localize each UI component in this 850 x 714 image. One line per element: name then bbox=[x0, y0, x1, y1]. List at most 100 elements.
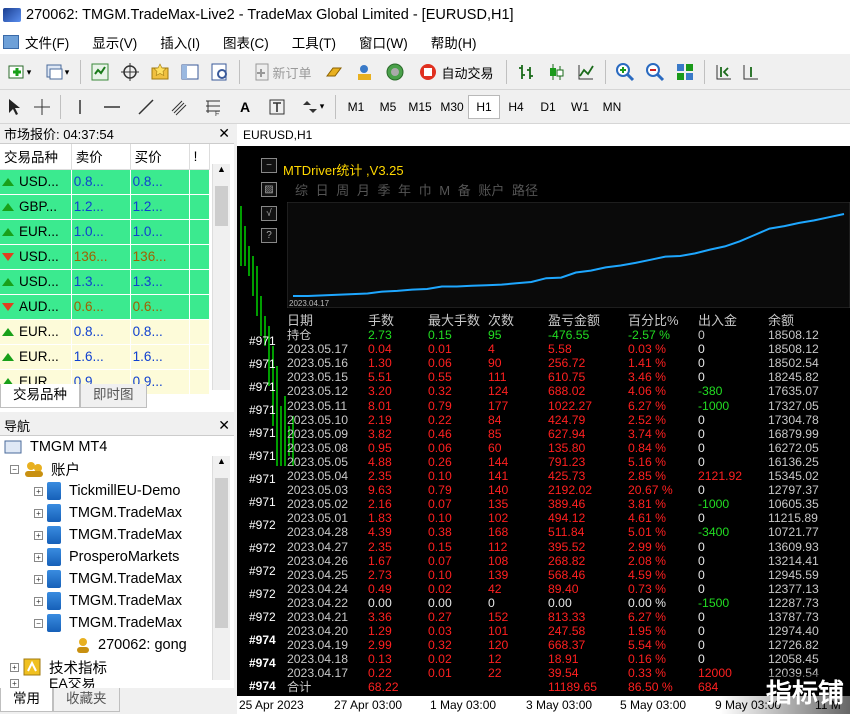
tile-windows-button[interactable] bbox=[671, 59, 699, 85]
screenshot-button[interactable]: ▨ bbox=[261, 182, 277, 197]
tab-favorites[interactable]: 收藏夹 bbox=[53, 688, 120, 712]
menu-tools[interactable]: 工具(T) bbox=[292, 32, 336, 52]
horizontal-line-button[interactable] bbox=[96, 94, 128, 120]
expand-icon[interactable]: + bbox=[34, 552, 43, 562]
tree-indicators[interactable]: + 技术指标 bbox=[4, 656, 234, 678]
close-icon[interactable]: ✕ bbox=[218, 417, 230, 434]
tree-account[interactable]: + TickmillEU-Demo bbox=[4, 480, 234, 502]
column-flag[interactable]: ! bbox=[189, 144, 211, 170]
menu-charts[interactable]: 图表(C) bbox=[223, 32, 269, 52]
help-button[interactable]: ? bbox=[261, 228, 277, 243]
new-order-button[interactable]: 新订单 bbox=[245, 59, 319, 85]
navigator-scrollbar[interactable]: ▲ bbox=[212, 456, 230, 680]
trendline-button[interactable] bbox=[130, 94, 162, 120]
tree-sub-account[interactable]: 270062: gong bbox=[4, 634, 234, 656]
expand-icon[interactable]: + bbox=[34, 530, 43, 540]
new-chart-button[interactable]: ▾ bbox=[1, 59, 37, 85]
equidistant-channel-button[interactable] bbox=[164, 94, 196, 120]
cursor-button[interactable] bbox=[1, 94, 27, 120]
close-icon[interactable]: ✕ bbox=[218, 125, 230, 142]
expand-icon[interactable]: + bbox=[10, 678, 19, 688]
market-watch-scrollbar[interactable]: ▲ bbox=[212, 164, 230, 390]
tree-expert-advisors[interactable]: + EA交易 bbox=[4, 678, 234, 688]
column-bid[interactable]: 卖价 bbox=[71, 144, 131, 170]
tree-accounts[interactable]: − 账户 bbox=[4, 458, 234, 480]
tf-h1[interactable]: H1 bbox=[468, 94, 500, 119]
tf-m15[interactable]: M15 bbox=[404, 95, 436, 119]
tab-symbols[interactable]: 交易品种 bbox=[0, 384, 80, 408]
menu-view[interactable]: 显示(V) bbox=[92, 32, 137, 52]
market-row[interactable]: EUR... 1.6... 1.6... bbox=[0, 344, 211, 370]
tf-mn[interactable]: MN bbox=[596, 95, 628, 119]
market-button[interactable] bbox=[381, 59, 409, 85]
text-button[interactable]: A bbox=[230, 94, 260, 120]
market-row[interactable]: USD... 1.3... 1.3... bbox=[0, 269, 211, 295]
zoom-out-button[interactable] bbox=[641, 59, 669, 85]
market-row[interactable]: AUD... 0.6... 0.6... bbox=[0, 294, 211, 320]
minimize-panel-button[interactable]: − bbox=[261, 158, 277, 173]
collapse-icon[interactable]: − bbox=[10, 464, 19, 474]
tree-account[interactable]: + TMGM.TradeMax bbox=[4, 568, 234, 590]
crosshair-tool-button[interactable] bbox=[29, 94, 55, 120]
tab-common[interactable]: 常用 bbox=[0, 688, 53, 712]
market-row[interactable]: EUR... 1.0... 1.0... bbox=[0, 219, 211, 245]
auto-trading-button[interactable]: 自动交易 bbox=[411, 59, 501, 85]
scroll-thumb[interactable] bbox=[215, 478, 228, 628]
menu-insert[interactable]: 插入(I) bbox=[160, 32, 200, 52]
collapse-icon[interactable]: − bbox=[34, 618, 43, 628]
strategy-tester-button[interactable] bbox=[206, 59, 234, 85]
expand-icon[interactable]: + bbox=[10, 662, 19, 672]
auto-scroll-button[interactable] bbox=[740, 59, 762, 85]
expand-icon[interactable]: + bbox=[34, 596, 43, 606]
fibonacci-button[interactable]: F bbox=[198, 94, 228, 120]
tree-account[interactable]: + TMGM.TradeMax bbox=[4, 502, 234, 524]
market-row[interactable]: USD... 136... 136... bbox=[0, 244, 211, 270]
tf-m1[interactable]: M1 bbox=[340, 95, 372, 119]
arrows-button[interactable]: ▾ bbox=[294, 94, 330, 120]
chart-window[interactable]: EURUSD,H1 #971 #971 #971 #971 #971 #971 #971 #9… bbox=[237, 124, 850, 714]
tab-tick-chart[interactable]: 即时图 bbox=[80, 384, 147, 408]
signals-button[interactable] bbox=[351, 59, 379, 85]
market-row[interactable]: EUR... 0.8... 0.8... bbox=[0, 319, 211, 345]
column-ask[interactable]: 买价 bbox=[130, 144, 190, 170]
tree-account[interactable]: + TMGM.TradeMax bbox=[4, 590, 234, 612]
document-icon[interactable] bbox=[3, 35, 19, 49]
text-label-button[interactable] bbox=[262, 94, 292, 120]
tf-w1[interactable]: W1 bbox=[564, 95, 596, 119]
line-chart-button[interactable] bbox=[572, 59, 600, 85]
market-row[interactable]: GBP... 1.2... 1.2... bbox=[0, 194, 211, 220]
overlay-tabs[interactable]: 综 日 周 月 季 年 巾 M 备 账户 路径 bbox=[295, 180, 538, 199]
scroll-up-icon[interactable]: ▲ bbox=[213, 456, 230, 476]
menu-file[interactable]: 文件(F) bbox=[25, 32, 69, 52]
vertical-line-button[interactable] bbox=[66, 94, 94, 120]
expert-advisors-button[interactable] bbox=[321, 59, 349, 85]
tf-m30[interactable]: M30 bbox=[436, 95, 468, 119]
crosshair-button[interactable] bbox=[116, 59, 144, 85]
menu-window[interactable]: 窗口(W) bbox=[359, 32, 408, 52]
market-watch-toggle[interactable] bbox=[86, 59, 114, 85]
tf-h4[interactable]: H4 bbox=[500, 95, 532, 119]
market-row[interactable]: USD... 0.8... 0.8... bbox=[0, 169, 211, 195]
bar-chart-button[interactable] bbox=[512, 59, 540, 85]
favorites-button[interactable] bbox=[146, 59, 174, 85]
arrow-up-icon bbox=[2, 278, 14, 287]
tree-account[interactable]: + TMGM.TradeMax bbox=[4, 524, 234, 546]
expand-icon[interactable]: + bbox=[34, 486, 43, 496]
check-button[interactable]: √ bbox=[261, 206, 277, 221]
expand-icon[interactable]: + bbox=[34, 574, 43, 584]
chart-shift-button[interactable] bbox=[710, 59, 738, 85]
data-window-button[interactable] bbox=[176, 59, 204, 85]
tree-account[interactable]: − TMGM.TradeMax bbox=[4, 612, 234, 634]
tf-d1[interactable]: D1 bbox=[532, 95, 564, 119]
candlestick-button[interactable] bbox=[542, 59, 570, 85]
tree-root[interactable]: TMGM MT4 bbox=[4, 436, 234, 458]
tree-account[interactable]: + ProsperoMarkets bbox=[4, 546, 234, 568]
menu-help[interactable]: 帮助(H) bbox=[431, 32, 477, 52]
zoom-in-button[interactable] bbox=[611, 59, 639, 85]
profiles-button[interactable]: ▾ bbox=[39, 59, 75, 85]
expand-icon[interactable]: + bbox=[34, 508, 43, 518]
tf-m5[interactable]: M5 bbox=[372, 95, 404, 119]
scroll-up-icon[interactable]: ▲ bbox=[213, 164, 230, 184]
column-symbol[interactable]: 交易品种 bbox=[0, 144, 72, 170]
scroll-thumb[interactable] bbox=[215, 186, 228, 226]
